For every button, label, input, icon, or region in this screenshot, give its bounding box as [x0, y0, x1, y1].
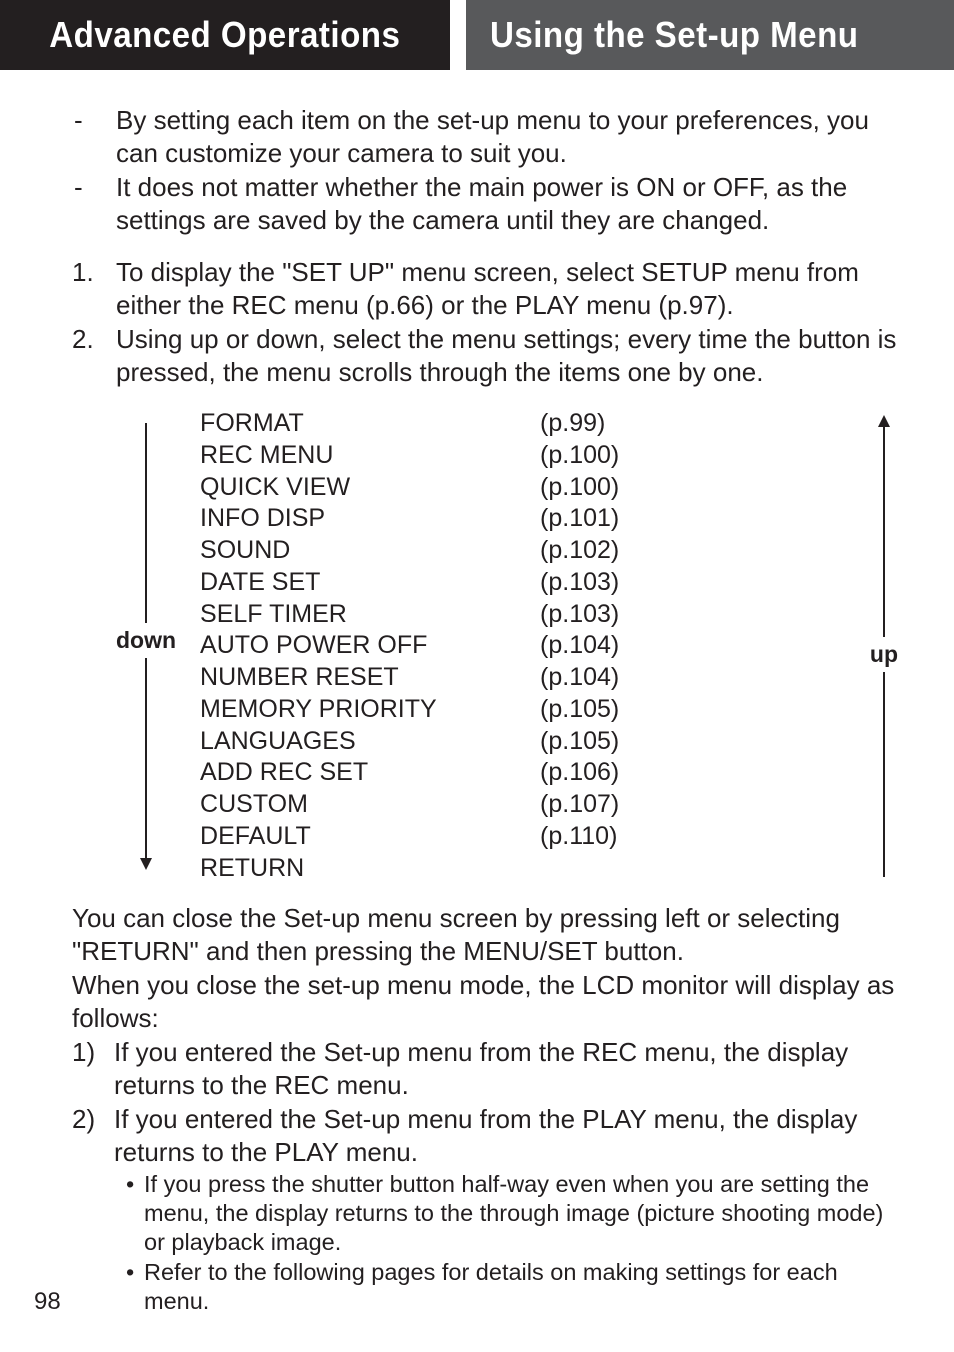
menu-row: QUICK VIEW(p.100): [200, 472, 852, 504]
step-number: 1.: [72, 256, 116, 321]
arrow-line: [883, 672, 885, 877]
menu-item-name: INFO DISP: [200, 503, 540, 535]
menu-item-name: SOUND: [200, 535, 540, 567]
section-title-left: Advanced Operations: [49, 14, 400, 56]
step-text: Using up or down, select the menu settin…: [116, 323, 898, 388]
menu-item-page: (p.99): [540, 408, 605, 440]
arrow-line: [883, 427, 885, 637]
menu-row: REC MENU(p.100): [200, 440, 852, 472]
steps-list: 1. To display the "SET UP" menu screen, …: [72, 256, 898, 388]
menu-item-name: ADD REC SET: [200, 757, 540, 789]
menu-item-page: (p.103): [540, 567, 619, 599]
bullet-item: • Refer to the following pages for detai…: [126, 1258, 898, 1315]
menu-row: RETURN: [200, 853, 852, 885]
closing-item: 2) If you entered the Set-up menu from t…: [72, 1103, 898, 1317]
menu-items-table: FORMAT(p.99) REC MENU(p.100) QUICK VIEW(…: [176, 408, 870, 884]
intro-item: - By setting each item on the set-up men…: [72, 104, 898, 169]
closing-text: If you entered the Set-up menu from the …: [114, 1036, 898, 1101]
down-arrow-column: down: [116, 423, 176, 870]
menu-item-page: (p.107): [540, 789, 619, 821]
menu-row: CUSTOM(p.107): [200, 789, 852, 821]
menu-item-name: REC MENU: [200, 440, 540, 472]
closing-paragraph-1: You can close the Set-up menu screen by …: [72, 902, 898, 967]
dash-marker: -: [72, 104, 116, 169]
header-gap: [450, 0, 466, 70]
closing-item-body: If you entered the Set-up menu from the …: [114, 1103, 898, 1317]
bullet-item: • If you press the shutter button half-w…: [126, 1170, 898, 1256]
step-item: 2. Using up or down, select the menu set…: [72, 323, 898, 388]
header-bar: Advanced Operations Using the Set-up Men…: [0, 0, 954, 70]
step-number: 2.: [72, 323, 116, 388]
menu-row: NUMBER RESET(p.104): [200, 662, 852, 694]
arrow-up-icon: [878, 415, 890, 427]
menu-item-page: (p.100): [540, 440, 619, 472]
step-text: To display the "SET UP" menu screen, sel…: [116, 256, 898, 321]
closing-item: 1) If you entered the Set-up menu from t…: [72, 1036, 898, 1101]
menu-row: DATE SET(p.103): [200, 567, 852, 599]
bullet-list: • If you press the shutter button half-w…: [114, 1170, 898, 1315]
menu-row: INFO DISP(p.101): [200, 503, 852, 535]
menu-item-name: MEMORY PRIORITY: [200, 694, 540, 726]
menu-item-page: (p.106): [540, 757, 619, 789]
arrow-down-icon: [140, 858, 152, 870]
menu-item-name: RETURN: [200, 853, 540, 885]
menu-item-name: DEFAULT: [200, 821, 540, 853]
menu-row: SELF TIMER(p.103): [200, 599, 852, 631]
bullet-text: If you press the shutter button half-way…: [144, 1170, 898, 1256]
intro-text: It does not matter whether the main powe…: [116, 171, 898, 236]
closing-number: 1): [72, 1036, 114, 1101]
menu-diagram: down FORMAT(p.99) REC MENU(p.100) QUICK …: [116, 408, 898, 884]
menu-item-page: (p.110): [540, 821, 617, 853]
intro-list: - By setting each item on the set-up men…: [72, 104, 898, 236]
dash-marker: -: [72, 171, 116, 236]
bullet-marker: •: [126, 1170, 144, 1256]
menu-row: AUTO POWER OFF(p.104): [200, 630, 852, 662]
intro-text: By setting each item on the set-up menu …: [116, 104, 898, 169]
page-number: 98: [34, 1288, 61, 1316]
menu-item-name: NUMBER RESET: [200, 662, 540, 694]
menu-item-page: (p.101): [540, 503, 619, 535]
menu-item-name: CUSTOM: [200, 789, 540, 821]
menu-item-name: QUICK VIEW: [200, 472, 540, 504]
menu-row: FORMAT(p.99): [200, 408, 852, 440]
menu-item-page: (p.100): [540, 472, 619, 504]
menu-item-name: SELF TIMER: [200, 599, 540, 631]
menu-row: SOUND(p.102): [200, 535, 852, 567]
menu-row: LANGUAGES(p.105): [200, 726, 852, 758]
closing-text: If you entered the Set-up menu from the …: [114, 1104, 857, 1167]
menu-item-page: (p.103): [540, 599, 619, 631]
menu-row: DEFAULT(p.110): [200, 821, 852, 853]
bullet-text: Refer to the following pages for details…: [144, 1258, 898, 1315]
closing-number: 2): [72, 1103, 114, 1317]
arrow-line: [145, 423, 147, 623]
menu-item-name: FORMAT: [200, 408, 540, 440]
step-item: 1. To display the "SET UP" menu screen, …: [72, 256, 898, 321]
arrow-line: [145, 658, 147, 858]
menu-row: MEMORY PRIORITY(p.105): [200, 694, 852, 726]
menu-item-name: AUTO POWER OFF: [200, 630, 540, 662]
closing-paragraph-2: When you close the set-up menu mode, the…: [72, 969, 898, 1034]
content-area: - By setting each item on the set-up men…: [0, 76, 954, 1318]
closing-list: 1) If you entered the Set-up menu from t…: [72, 1036, 898, 1317]
up-arrow-column: up: [870, 415, 898, 877]
menu-item-name: DATE SET: [200, 567, 540, 599]
menu-item-page: (p.105): [540, 694, 619, 726]
menu-item-page: (p.102): [540, 535, 619, 567]
menu-row: ADD REC SET(p.106): [200, 757, 852, 789]
up-label: up: [870, 637, 898, 672]
menu-item-page: (p.105): [540, 726, 619, 758]
intro-item: - It does not matter whether the main po…: [72, 171, 898, 236]
menu-item-name: LANGUAGES: [200, 726, 540, 758]
header-section-right: Using the Set-up Menu: [466, 0, 954, 70]
section-title-right: Using the Set-up Menu: [490, 14, 858, 56]
header-section-left: Advanced Operations: [0, 0, 450, 70]
down-label: down: [116, 623, 176, 658]
menu-item-page: (p.104): [540, 630, 619, 662]
bullet-marker: •: [126, 1258, 144, 1315]
menu-item-page: (p.104): [540, 662, 619, 694]
